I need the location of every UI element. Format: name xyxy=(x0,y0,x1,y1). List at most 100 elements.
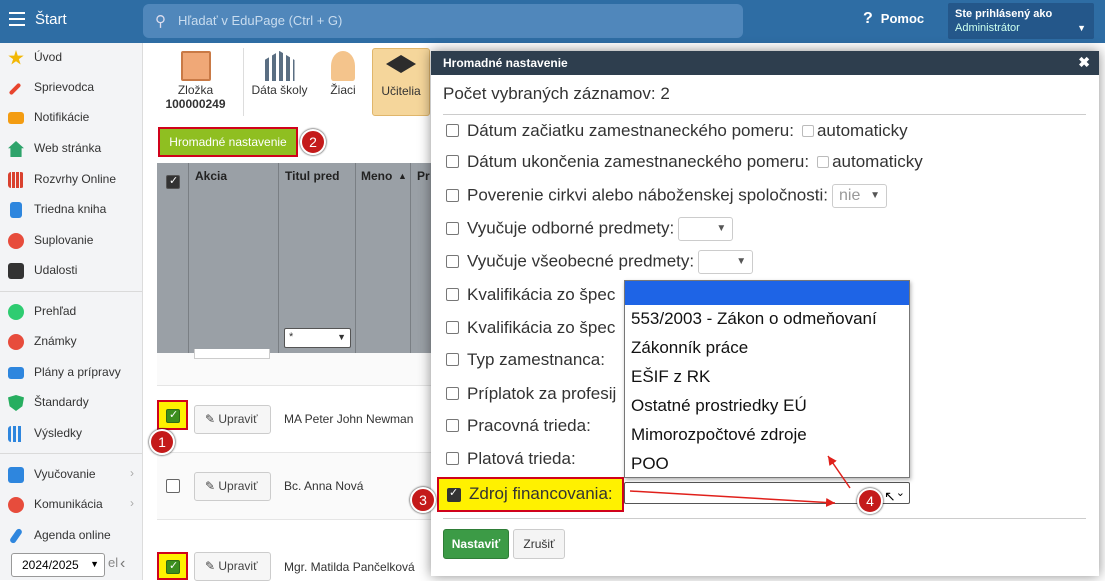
field-checkbox[interactable] xyxy=(446,155,459,169)
chevron-down-icon: ▼ xyxy=(736,256,747,267)
header-name: Meno xyxy=(361,169,393,183)
field-checkbox[interactable] xyxy=(446,254,459,268)
sidebar-item-vyucovanie[interactable]: Vyučovanie › xyxy=(0,460,142,490)
sidebar-item-prehlad[interactable]: Prehľad xyxy=(0,297,142,327)
field-label: Kvalifikácia zo špec xyxy=(467,318,616,337)
sidebar-label: Sprievodca xyxy=(34,80,95,94)
field-checkbox[interactable] xyxy=(446,419,459,433)
header-title: Titul pred xyxy=(285,169,340,183)
menu-icon[interactable] xyxy=(9,12,25,26)
sidebar-item-udalosti[interactable]: Udalosti xyxy=(0,256,142,286)
field-checkbox[interactable] xyxy=(446,321,459,335)
sidebar-item-notifikacie[interactable]: Notifikácie xyxy=(0,103,142,133)
table-row[interactable]: ✎ Upraviť MA Peter John Newman xyxy=(157,386,437,453)
field-checkbox[interactable] xyxy=(446,452,459,466)
edit-button[interactable]: ✎ Upraviť xyxy=(194,472,271,501)
bulk-settings-button[interactable]: Hromadné nastavenie xyxy=(158,127,298,157)
apply-button[interactable]: Nastaviť xyxy=(443,529,509,559)
sidebar-item-uvod[interactable]: Úvod xyxy=(0,43,142,73)
name-column[interactable]: Meno ▲ xyxy=(356,163,411,353)
sidebar-item-znamky[interactable]: Známky xyxy=(0,327,142,357)
field-label: Kvalifikácia zo špec xyxy=(467,285,616,304)
teachers-button[interactable]: Učitelia xyxy=(372,48,430,116)
search-input[interactable]: ⚲ Hľadať v EduPage (Ctrl + G) xyxy=(143,4,743,38)
sidebar-item-standardy[interactable]: Štandardy xyxy=(0,388,142,418)
row-checkbox[interactable] xyxy=(166,479,180,493)
field-label: Poverenie cirkvi alebo náboženskej spolo… xyxy=(467,185,828,205)
field-checkbox[interactable] xyxy=(446,353,459,367)
header-action: Akcia xyxy=(195,169,228,183)
sidebar-label: Suplovanie xyxy=(34,233,94,247)
sidebar-divider xyxy=(0,453,142,454)
auto-checkbox[interactable] xyxy=(817,155,830,168)
star-icon xyxy=(8,50,24,65)
table-row[interactable]: ✎ Upraviť Bc. Anna Nová xyxy=(157,453,437,520)
table-row xyxy=(157,349,437,386)
row-checkbox[interactable] xyxy=(166,408,180,423)
field-qualification-1: Kvalifikácia zo špec xyxy=(446,285,615,305)
paperclip-icon xyxy=(8,527,24,545)
sidebar-label: Výsledky xyxy=(34,426,83,440)
help-button[interactable]: ? Pomoc xyxy=(863,10,924,28)
auto-label: automaticky xyxy=(832,152,923,171)
dropdown-option[interactable]: 553/2003 - Zákon o odmeňovaní xyxy=(631,309,877,329)
field-checkbox[interactable] xyxy=(446,221,459,235)
table-row[interactable]: ✎ Upraviť Mgr. Matilda Pančelková xyxy=(157,520,437,581)
cancel-button[interactable]: Zrušiť xyxy=(513,529,565,559)
dropdown-option[interactable]: POO xyxy=(631,454,669,474)
select-all-checkbox[interactable] xyxy=(166,174,180,189)
edit-icon: ✎ xyxy=(205,479,219,493)
dropdown-option[interactable]: Zákonník práce xyxy=(631,338,748,358)
church-mandate-select[interactable]: nie ▼ xyxy=(831,184,887,208)
sidebar-label: Úvod xyxy=(34,50,63,64)
dropdown-option[interactable]: Ostatné prostriedky EÚ xyxy=(631,396,807,416)
edit-button[interactable]: ✎ Upraviť xyxy=(194,405,271,434)
field-checkbox[interactable] xyxy=(446,124,459,138)
auto-checkbox[interactable] xyxy=(801,124,814,137)
students-button[interactable]: Žiaci xyxy=(323,48,363,116)
folder-button[interactable]: Zložka 100000249 xyxy=(158,48,233,116)
sidebar-label: Komunikácia xyxy=(34,497,103,511)
sidebar-item-komunikacia[interactable]: Komunikácia › xyxy=(0,490,142,520)
collapse-sidebar-icon[interactable]: ‹ xyxy=(120,555,125,573)
toolbar: Zložka 100000249 Dáta školy Žiaci Učitel… xyxy=(143,43,433,121)
folder-label: Zložka xyxy=(177,83,214,97)
chevron-down-icon: ▼ xyxy=(337,332,346,342)
field-checkbox[interactable] xyxy=(446,387,459,401)
brand-title[interactable]: Štart xyxy=(35,11,67,28)
sidebar-item-rozvrhy[interactable]: Rozvrhy Online xyxy=(0,165,142,195)
row-checkbox[interactable] xyxy=(166,559,180,574)
sidebar-item-triedna-kniha[interactable]: Triedna kniha xyxy=(0,195,142,225)
shield-icon xyxy=(8,395,24,411)
sidebar-item-plany[interactable]: Plány a prípravy xyxy=(0,358,142,388)
sidebar-label: Štandardy xyxy=(34,395,89,409)
sidebar-item-suplovanie[interactable]: Suplovanie xyxy=(0,226,142,256)
sidebar-item-vysledky[interactable]: Výsledky xyxy=(0,419,142,449)
field-professional-subjects: Vyučuje odborné predmety: ▼ xyxy=(446,217,734,241)
field-employee-type: Typ zamestnanca: xyxy=(446,350,605,370)
funding-checkbox[interactable] xyxy=(447,486,461,502)
title-filter-select[interactable]: * ▼ xyxy=(284,328,351,348)
field-checkbox[interactable] xyxy=(446,188,459,202)
sidebar-item-agenda[interactable]: Agenda online xyxy=(0,521,142,551)
title-column[interactable]: Titul pred xyxy=(279,163,356,353)
dropdown-option[interactable]: EŠIF z RK xyxy=(631,367,710,387)
sidebar-label: Rozvrhy Online xyxy=(34,172,117,186)
professional-subjects-select[interactable]: ▼ xyxy=(678,217,734,241)
user-role: Administrátor xyxy=(955,22,1020,34)
sidebar-item-web[interactable]: Web stránka xyxy=(0,134,142,164)
field-checkbox[interactable] xyxy=(446,288,459,302)
school-data-button[interactable]: Dáta školy xyxy=(243,48,315,116)
close-icon[interactable]: ✖ xyxy=(1078,54,1090,71)
edit-button[interactable]: ✎ Upraviť xyxy=(194,552,271,581)
dropdown-option-empty[interactable] xyxy=(625,281,909,305)
user-menu[interactable]: Ste prihlásený ako Administrátor ▼ xyxy=(948,3,1094,39)
select-value: nie xyxy=(838,187,861,204)
student-icon xyxy=(331,51,355,81)
general-subjects-select[interactable]: ▼ xyxy=(698,250,754,274)
check-circle-icon xyxy=(8,304,24,320)
field-qualification-2: Kvalifikácia zo špec xyxy=(446,318,615,338)
school-year-select[interactable]: 2024/2025 ▼ xyxy=(11,553,105,577)
dropdown-option[interactable]: Mimorozpočtové zdroje xyxy=(631,425,807,445)
sidebar-item-sprievodca[interactable]: Sprievodca xyxy=(0,73,142,103)
